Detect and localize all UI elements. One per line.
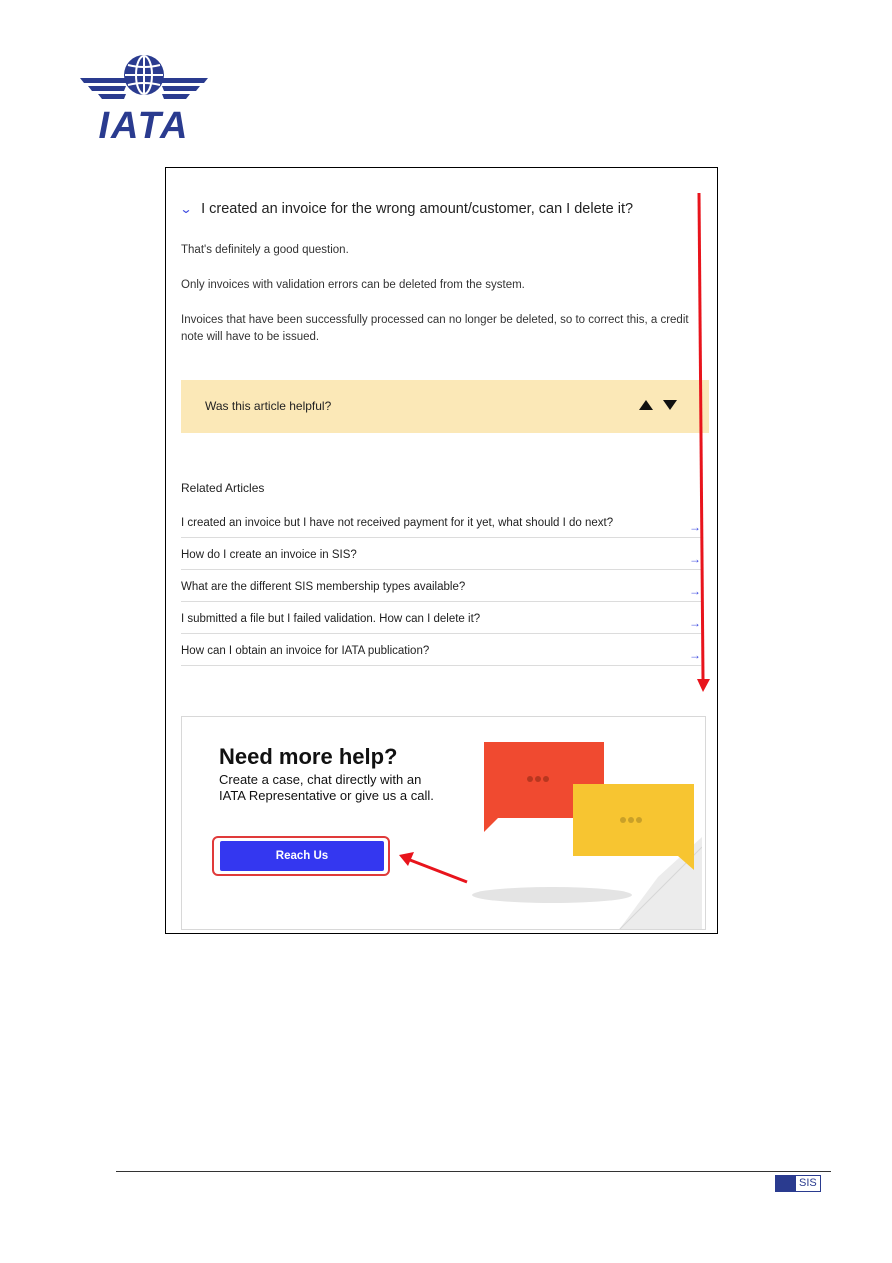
faq-question-text: I created an invoice for the wrong amoun…: [201, 201, 634, 217]
help-card-title: Need more help?: [219, 744, 398, 769]
iata-mini-logo-icon: [775, 1175, 795, 1192]
triangle-up-icon[interactable]: [638, 398, 654, 412]
related-article-label: How can I obtain an invoice for IATA pub…: [181, 645, 430, 657]
triangle-down-icon[interactable]: [662, 398, 678, 412]
feedback-question: Was this article helpful?: [205, 399, 332, 413]
related-article-link[interactable]: What are the different SIS membership ty…: [181, 570, 701, 602]
faq-question[interactable]: ⌄ I created an invoice for the wrong amo…: [179, 201, 634, 217]
sis-badge-text: SIS: [795, 1175, 821, 1192]
svg-text:IATA: IATA: [98, 105, 189, 142]
related-article-link[interactable]: How can I obtain an invoice for IATA pub…: [181, 634, 701, 666]
related-articles-title: Related Articles: [181, 481, 265, 495]
arrow-right-icon: →: [689, 616, 701, 630]
answer-paragraph: Only invoices with validation errors can…: [181, 279, 525, 291]
arrow-right-icon: →: [689, 648, 701, 662]
related-article-label: How do I create an invoice in SIS?: [181, 549, 357, 561]
chat-bubbles-illustration: [472, 742, 702, 929]
chevron-down-icon[interactable]: ⌄: [179, 202, 192, 216]
related-article-link[interactable]: I created an invoice but I have not rece…: [181, 506, 701, 538]
arrow-right-icon: →: [689, 584, 701, 598]
reach-us-button[interactable]: Reach Us: [220, 841, 384, 871]
footer-divider: [116, 1171, 831, 1172]
answer-paragraph: Invoices that have been successfully pro…: [181, 314, 689, 343]
related-article-label: I submitted a file but I failed validati…: [181, 613, 481, 625]
help-card-description: Create a case, chat directly with an IAT…: [219, 772, 434, 803]
screenshot-frame: ⌄ I created an invoice for the wrong amo…: [165, 167, 718, 934]
arrow-right-icon: →: [689, 520, 701, 534]
related-article-label: I created an invoice but I have not rece…: [181, 517, 614, 529]
arrow-right-icon: →: [689, 552, 701, 566]
help-card: Need more help? Create a case, chat dire…: [181, 716, 706, 930]
related-article-label: What are the different SIS membership ty…: [181, 581, 466, 593]
feedback-box: Was this article helpful?: [181, 380, 709, 433]
answer-paragraph: That's definitely a good question.: [181, 244, 349, 256]
related-article-link[interactable]: How do I create an invoice in SIS? →: [181, 538, 701, 570]
sis-badge: SIS: [775, 1174, 821, 1193]
related-articles-list: I created an invoice but I have not rece…: [181, 506, 701, 666]
related-article-link[interactable]: I submitted a file but I failed validati…: [181, 602, 701, 634]
iata-logo: IATA: [80, 55, 208, 142]
